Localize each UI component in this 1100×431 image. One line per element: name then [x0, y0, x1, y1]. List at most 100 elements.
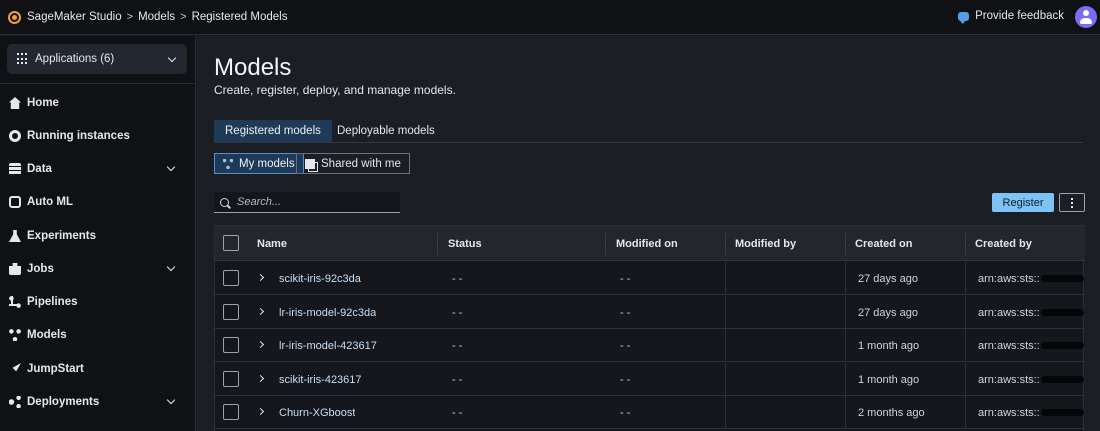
row-checkbox[interactable]: [223, 304, 239, 320]
cell-divider: [965, 329, 966, 362]
breadcrumb-separator: >: [180, 11, 187, 23]
page-title: Models: [214, 54, 292, 81]
created-by-text: arn:aws:sts::: [978, 272, 1040, 285]
column-header-created-on[interactable]: Created on: [855, 226, 912, 261]
redaction-mark: [1040, 342, 1084, 349]
status-cell: - -: [452, 306, 463, 319]
more-actions-button[interactable]: [1059, 193, 1085, 212]
filter-my-models[interactable]: My models: [214, 153, 304, 174]
table-header: Name Status Modified on Modified by Crea…: [215, 226, 1085, 261]
breadcrumb: SageMaker Studio > Models > Registered M…: [27, 11, 287, 23]
model-name-link[interactable]: lr-iris-model-423617: [279, 329, 377, 362]
redaction-mark: [1040, 309, 1084, 316]
model-name-link[interactable]: Churn-XGboost: [279, 396, 355, 429]
models-table: Name Status Modified on Modified by Crea…: [214, 225, 1085, 431]
sagemaker-logo-icon: [8, 10, 21, 24]
chevron-right-icon[interactable]: [256, 273, 265, 282]
shared-icon: [305, 158, 315, 169]
cell-divider: [725, 363, 726, 396]
row-checkbox[interactable]: [223, 270, 239, 286]
column-header-modified-by[interactable]: Modified by: [735, 226, 796, 261]
column-header-status[interactable]: Status: [448, 226, 482, 261]
sidebar-item-jobs[interactable]: Jobs: [0, 257, 196, 281]
table-row[interactable]: Churn-XGboost - - - - 2 months ago arn:a…: [215, 396, 1085, 429]
automl-icon: [9, 196, 21, 208]
applications-dropdown[interactable]: Applications (6): [7, 44, 187, 74]
flask-icon: [9, 230, 21, 242]
chevron-right-icon[interactable]: [256, 340, 265, 349]
table-row[interactable]: lr-iris-model-92c3da - - - - 27 days ago…: [215, 296, 1085, 329]
gear-icon: [9, 130, 21, 142]
column-separator: [845, 233, 846, 255]
briefcase-icon: [9, 263, 21, 275]
column-separator: [965, 233, 966, 255]
cell-divider: [725, 296, 726, 329]
models-icon: [9, 329, 21, 341]
search-icon: [220, 197, 229, 207]
row-checkbox[interactable]: [223, 404, 239, 420]
created-by-text: arn:aws:sts::: [978, 306, 1040, 319]
table-row[interactable]: scikit-iris-92c3da - - - - 27 days ago a…: [215, 262, 1085, 295]
filter-shared-with-me[interactable]: Shared with me: [296, 153, 410, 174]
provide-feedback-link[interactable]: Provide feedback: [958, 10, 1064, 24]
breadcrumb-separator: >: [126, 11, 134, 23]
tab-deployable-models[interactable]: Deployable models: [326, 120, 446, 142]
table-row[interactable]: lr-iris-model-423617 - - - - 1 month ago…: [215, 329, 1085, 362]
chevron-right-icon[interactable]: [256, 374, 265, 383]
sidebar-item-data[interactable]: Data: [0, 157, 196, 181]
filter-label: My models: [239, 157, 295, 170]
tab-registered-models[interactable]: Registered models: [214, 120, 332, 142]
model-name-link[interactable]: scikit-iris-423617: [279, 363, 362, 396]
column-header-name[interactable]: Name: [257, 226, 287, 261]
modified-on-cell: - -: [620, 339, 631, 352]
search-box: [214, 192, 400, 213]
search-input[interactable]: [237, 196, 387, 208]
sidebar-item-experiments[interactable]: Experiments: [0, 224, 196, 248]
cell-divider: [845, 363, 846, 396]
cell-divider: [845, 329, 846, 362]
chevron-right-icon[interactable]: [256, 307, 265, 316]
row-checkbox[interactable]: [223, 371, 239, 387]
table-row[interactable]: scikit-iris-423617 - - - - 1 month ago a…: [215, 363, 1085, 396]
sidebar-item-auto-ml[interactable]: Auto ML: [0, 190, 196, 214]
sidebar-item-models[interactable]: Models: [0, 323, 196, 347]
breadcrumb-sagemaker-studio[interactable]: SageMaker Studio: [27, 11, 122, 23]
feedback-label: Provide feedback: [975, 10, 1064, 22]
created-by-text: arn:aws:sts::: [978, 406, 1040, 419]
sidebar-item-home[interactable]: Home: [0, 91, 196, 115]
breadcrumb-registered-models: Registered Models: [191, 11, 288, 23]
sidebar-divider: [0, 83, 196, 84]
sidebar-item-running-instances[interactable]: Running instances: [0, 124, 196, 148]
filter-label: Shared with me: [321, 157, 401, 170]
database-icon: [9, 163, 21, 175]
sidebar-item-label: Models: [27, 329, 67, 341]
model-name-link[interactable]: scikit-iris-92c3da: [279, 262, 361, 295]
sidebar-item-jumpstart[interactable]: JumpStart: [0, 357, 196, 381]
top-bar: SageMaker Studio > Models > Registered M…: [0, 0, 1100, 35]
sidebar: Applications (6) Home Running instances …: [0, 36, 196, 431]
cell-divider: [965, 396, 966, 429]
breadcrumb-models[interactable]: Models: [138, 11, 175, 23]
created-by-cell: arn:aws:sts::: [978, 363, 1084, 396]
column-header-modified-on[interactable]: Modified on: [616, 226, 678, 261]
chevron-down-icon: [166, 162, 176, 172]
select-all-checkbox[interactable]: [223, 235, 239, 251]
chevron-down-icon: [166, 395, 176, 405]
chevron-right-icon[interactable]: [256, 407, 265, 416]
register-button[interactable]: Register: [992, 193, 1054, 212]
model-name-link[interactable]: lr-iris-model-92c3da: [279, 296, 376, 329]
modified-on-cell: - -: [620, 306, 631, 319]
row-checkbox[interactable]: [223, 337, 239, 353]
column-header-created-by[interactable]: Created by: [975, 226, 1032, 261]
created-on-cell: 1 month ago: [858, 339, 920, 352]
cell-divider: [845, 396, 846, 429]
sidebar-item-pipelines[interactable]: Pipelines: [0, 290, 196, 314]
user-avatar-icon[interactable]: [1075, 6, 1097, 28]
created-on-cell: 27 days ago: [858, 306, 918, 319]
cell-divider: [725, 396, 726, 429]
chevron-down-icon: [167, 53, 177, 63]
sidebar-item-deployments[interactable]: Deployments: [0, 390, 196, 414]
page-subtitle: Create, register, deploy, and manage mod…: [214, 83, 456, 97]
created-on-cell: 1 month ago: [858, 373, 920, 386]
cell-divider: [965, 296, 966, 329]
